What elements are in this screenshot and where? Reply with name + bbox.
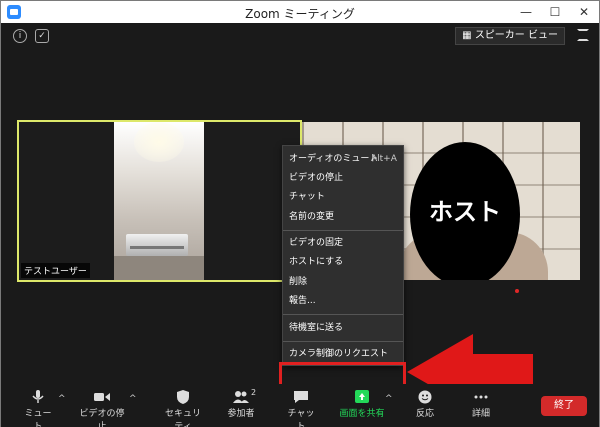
- share-screen-label: 画面を共有: [339, 409, 385, 419]
- menu-item-pin-video[interactable]: ビデオの固定: [289, 236, 343, 250]
- minimize-button[interactable]: —: [511, 1, 541, 23]
- light-glow: [134, 122, 184, 162]
- speaker-view-label: スピーカー ビュー: [474, 30, 558, 41]
- title-bar: Zoom ミーティング — ☐ ✕: [1, 1, 599, 23]
- device-object: [126, 234, 188, 256]
- info-icon[interactable]: i: [13, 29, 27, 43]
- smiley-icon: [418, 390, 432, 404]
- video-camera-icon: [94, 393, 110, 401]
- menu-item-mute-audio[interactable]: オーディオのミュート: [289, 152, 378, 166]
- mute-button[interactable]: ミュート: [21, 384, 55, 427]
- stop-video-button[interactable]: ビデオの停止: [77, 384, 127, 427]
- floor-surface: [114, 256, 204, 280]
- camera-feed: [114, 122, 204, 280]
- meeting-toolbar: ミュート ^ ビデオの停止 ^ セキュリティ 参加者 2 チャット 画面を共有 …: [1, 384, 599, 427]
- chevron-up-icon[interactable]: ^: [385, 394, 393, 404]
- menu-item-report[interactable]: 報告...: [289, 294, 316, 308]
- security-button[interactable]: セキュリティ: [161, 384, 205, 427]
- stop-video-label: ビデオの停止: [79, 409, 125, 427]
- recording-dot: [515, 289, 519, 293]
- close-button[interactable]: ✕: [569, 1, 599, 23]
- chat-label: チャット: [287, 409, 315, 427]
- more-label: 詳細: [471, 409, 490, 419]
- grid-icon: ▦: [462, 30, 475, 41]
- mute-label: ミュート: [24, 409, 52, 427]
- host-name-label: ホスト: [429, 198, 501, 226]
- participants-label: 参加者: [227, 409, 255, 419]
- mute-shortcut: Alt+A: [371, 154, 397, 164]
- participant-context-menu: オーディオのミュート Alt+A ビデオの停止 チャット 名前の変更 ビデオの固…: [282, 145, 404, 366]
- menu-separator: [283, 314, 403, 315]
- more-button[interactable]: 詳細: [467, 384, 495, 419]
- menu-separator: [283, 230, 403, 231]
- ellipsis-icon: [474, 395, 488, 399]
- fullscreen-icon[interactable]: [577, 29, 589, 41]
- menu-item-make-host[interactable]: ホストにする: [289, 255, 343, 269]
- chevron-up-icon[interactable]: ^: [129, 394, 137, 404]
- share-screen-button[interactable]: 画面を共有: [339, 384, 385, 419]
- menu-item-send-to-waiting-room[interactable]: 待機室に送る: [289, 321, 343, 335]
- chat-button[interactable]: チャット: [284, 384, 318, 427]
- chat-bubble-icon: [294, 391, 308, 403]
- speaker-view-button[interactable]: ▦ スピーカー ビュー: [455, 27, 565, 45]
- menu-item-rename[interactable]: 名前の変更: [289, 210, 334, 224]
- security-label: セキュリティ: [164, 409, 201, 427]
- menu-item-chat[interactable]: チャット: [289, 190, 325, 204]
- participant-name-label: テストユーザー: [21, 263, 90, 278]
- shield-icon[interactable]: ✓: [35, 29, 49, 43]
- zoom-window: Zoom ミーティング — ☐ ✕ i ✓ ▦ スピーカー ビュー テストユーザ…: [0, 0, 600, 427]
- share-screen-icon: [355, 390, 369, 403]
- participants-icon: [233, 391, 249, 403]
- menu-separator: [283, 341, 403, 342]
- participants-count: 2: [251, 388, 257, 397]
- maximize-button[interactable]: ☐: [540, 1, 570, 23]
- end-meeting-button[interactable]: 終了: [541, 396, 587, 416]
- window-title: Zoom ミーティング: [245, 7, 355, 21]
- reactions-button[interactable]: 反応: [411, 384, 439, 419]
- microphone-icon: [32, 390, 44, 403]
- reactions-label: 反応: [415, 409, 434, 419]
- video-tile-test-user[interactable]: テストユーザー: [17, 120, 302, 282]
- shield-icon: [177, 390, 189, 404]
- menu-item-remove[interactable]: 削除: [289, 275, 307, 289]
- menu-item-request-camera-control[interactable]: カメラ制御のリクエスト: [289, 347, 388, 361]
- chevron-up-icon[interactable]: ^: [58, 394, 66, 404]
- menu-item-stop-video[interactable]: ビデオの停止: [289, 171, 343, 185]
